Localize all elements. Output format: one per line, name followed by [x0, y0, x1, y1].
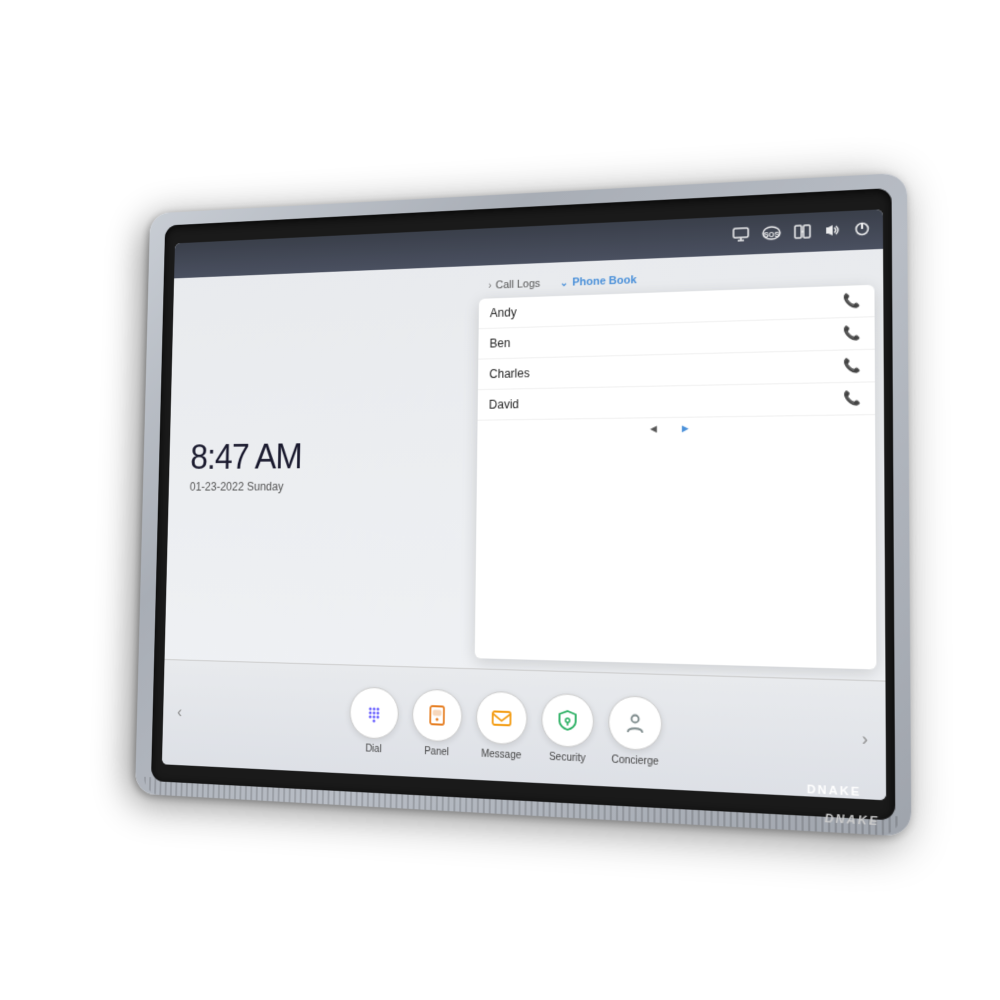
concierge-icon — [622, 708, 649, 736]
brand-logo: DNAKE — [807, 783, 862, 799]
dial-icon-circle — [349, 686, 399, 740]
app-icons-row: Dial Panel — [186, 680, 855, 776]
page-next-button[interactable]: ► — [680, 423, 691, 435]
contact-row-charles[interactable]: Charles 📞 — [478, 350, 875, 390]
panel-icon — [424, 701, 449, 728]
message-icon-circle — [476, 690, 528, 745]
app-item-message[interactable]: Message — [476, 690, 528, 761]
app-item-concierge[interactable]: Concierge — [608, 695, 662, 768]
contacts-dropdown: Andy 📞 Ben 📞 Charles 📞 — [474, 285, 876, 670]
phone-book-label: Phone Book — [572, 274, 637, 288]
call-icon-andy[interactable]: 📞 — [844, 293, 862, 310]
app-item-dial[interactable]: Dial — [349, 686, 399, 756]
clock-panel: 8:47 AM 01-23-2022 Sunday — [165, 266, 472, 668]
clock-date: 01-23-2022 Sunday — [190, 479, 446, 493]
device-brand-label: DNAKE — [824, 812, 879, 828]
monitor-icon — [732, 226, 749, 244]
security-icon-circle — [541, 692, 594, 748]
tab-phone-book[interactable]: ⌄ Phone Book — [550, 269, 647, 295]
svg-text:SOS: SOS — [764, 231, 780, 239]
power-icon[interactable] — [854, 221, 869, 239]
panel-icon-circle — [412, 688, 463, 742]
chevron-down-icon: ⌄ — [560, 277, 568, 288]
contact-name-andy: Andy — [490, 305, 517, 320]
pagination-row: ◄ ► — [477, 415, 875, 442]
contact-name-david: David — [489, 397, 519, 411]
call-logs-label: Call Logs — [495, 278, 540, 291]
intercom-icon — [794, 224, 811, 242]
main-content: 8:47 AM 01-23-2022 Sunday › Call Logs — [165, 249, 886, 681]
concierge-icon-circle — [608, 695, 662, 751]
app-bar: ‹ — [162, 659, 886, 800]
call-icon-david[interactable]: 📞 — [844, 390, 862, 407]
nav-next-button[interactable]: › — [855, 730, 874, 750]
volume-icon — [824, 222, 841, 240]
app-item-panel[interactable]: Panel — [411, 688, 462, 758]
contact-row-david[interactable]: David 📞 — [477, 382, 875, 420]
dial-label: Dial — [365, 743, 381, 755]
device-body: DNAKE — [135, 173, 911, 837]
sos-icon: SOS — [762, 225, 781, 243]
device-screen-bezel: DNAKE — [151, 188, 895, 821]
security-icon — [554, 706, 581, 734]
security-label: Security — [549, 751, 586, 764]
screen: SOS — [162, 209, 886, 800]
message-icon — [489, 704, 515, 731]
dial-icon — [362, 699, 387, 726]
tab-call-logs[interactable]: › Call Logs — [479, 273, 551, 297]
contact-name-charles: Charles — [489, 366, 530, 381]
nav-prev-button[interactable]: ‹ — [172, 704, 188, 722]
contact-name-ben: Ben — [490, 336, 511, 350]
device: DNAKE — [135, 173, 911, 837]
phonebook-panel: › Call Logs ⌄ Phone Book Andy — [466, 249, 885, 681]
concierge-label: Concierge — [611, 754, 658, 768]
page-prev-button[interactable]: ◄ — [648, 423, 659, 435]
message-label: Message — [481, 748, 521, 761]
app-item-security[interactable]: Security — [541, 692, 594, 764]
call-icon-charles[interactable]: 📞 — [844, 357, 862, 374]
chevron-right-icon: › — [488, 280, 491, 291]
panel-label: Panel — [424, 746, 449, 758]
tab-row: › Call Logs ⌄ Phone Book — [479, 260, 875, 297]
clock-time: 8:47 AM — [190, 438, 446, 475]
call-icon-ben[interactable]: 📞 — [844, 325, 862, 342]
